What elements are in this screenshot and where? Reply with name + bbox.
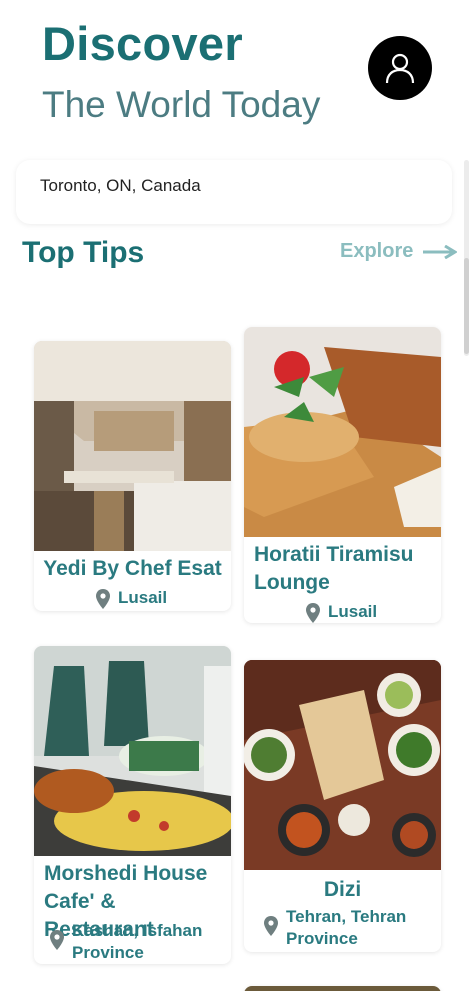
location-pin-icon xyxy=(306,603,320,623)
section-title: Top Tips xyxy=(22,236,145,269)
scrollbar-thumb[interactable] xyxy=(464,258,469,354)
place-card-dizi[interactable]: Dizi Tehran, Tehran Province xyxy=(244,660,441,952)
place-location: Lusail xyxy=(306,601,377,623)
location-pin-icon xyxy=(50,930,64,950)
place-location-text: Lusail xyxy=(118,588,168,607)
place-card-horatii[interactable]: Horatii Tiramisu Lounge Lusail xyxy=(244,327,441,623)
explore-label: Explore xyxy=(340,240,414,262)
place-location: Lusail xyxy=(96,587,167,609)
place-location: Tehran, Tehran Province xyxy=(264,906,434,950)
place-name: Dizi xyxy=(323,878,362,901)
place-image xyxy=(244,660,441,870)
place-image xyxy=(244,327,441,537)
place-location: Kashan, Isfahan Province xyxy=(50,920,220,964)
place-image xyxy=(34,646,231,856)
place-image xyxy=(244,986,441,991)
profile-button[interactable] xyxy=(368,36,432,100)
place-location-text: Kashan, Isfahan Province xyxy=(72,921,203,962)
explore-link[interactable]: Explore xyxy=(340,240,458,263)
page-title: Discover xyxy=(42,17,243,70)
place-location-text: Lusail xyxy=(328,602,378,621)
page-subtitle: The World Today xyxy=(42,84,321,125)
place-card-morshedi[interactable]: Morshedi House Cafe' & Restaurant Kashan… xyxy=(34,646,231,964)
place-image xyxy=(34,341,231,551)
place-name: Horatii Tiramisu Lounge xyxy=(254,543,414,594)
location-pin-icon xyxy=(264,916,278,936)
location-value: Toronto, ON, Canada xyxy=(40,176,201,195)
place-card-next[interactable] xyxy=(244,986,441,991)
place-location-text: Tehran, Tehran Province xyxy=(286,907,407,948)
user-icon xyxy=(385,53,415,84)
place-card-yedi[interactable]: Yedi By Chef Esat Lusail xyxy=(34,341,231,611)
place-name: Yedi By Chef Esat xyxy=(43,557,222,580)
location-pin-icon xyxy=(96,589,110,609)
arrow-right-icon xyxy=(423,244,458,259)
